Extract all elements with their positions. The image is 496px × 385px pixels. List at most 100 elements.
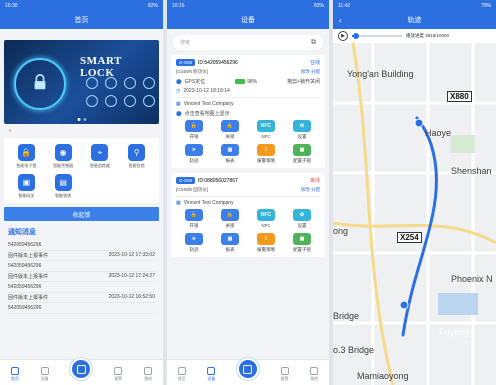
circle-icon (143, 95, 155, 107)
sublock-icon: ▣ (293, 144, 311, 156)
status-battery: 83% (313, 2, 324, 9)
feature-item[interactable]: ▣ 智能网关 (8, 174, 45, 199)
padlock-icon: ⚲ (128, 144, 146, 161)
notif-time: 2023-10-12 17:24:27 (108, 273, 155, 280)
feature-item[interactable]: ⚲ 智能挂锁 (118, 144, 155, 169)
notif-time: 2023-10-12 16:52:50 (108, 294, 155, 301)
device-icon (40, 367, 49, 375)
circle-icon (105, 95, 117, 107)
map-label: Mamiaoyong (357, 371, 409, 381)
feature-item[interactable]: 🔒 智能电子锁 (8, 144, 45, 169)
action-label: 配置子锁 (293, 247, 311, 252)
nfc-button[interactable]: NFC NFC (248, 120, 284, 140)
scan-icon (76, 364, 86, 374)
alarm-policy-button[interactable]: ! 报警策略 (248, 144, 284, 164)
map-label: Fuyong (439, 327, 470, 337)
track-button[interactable]: ➤ 轨迹 (176, 233, 212, 253)
action-label: 报警策略 (257, 158, 275, 163)
back-arrow-icon[interactable]: ‹ (339, 16, 342, 25)
play-button[interactable]: ▶ (338, 31, 348, 41)
config-sublock-button[interactable]: ▣ 配置子锁 (284, 233, 320, 253)
slider-knob[interactable] (353, 32, 359, 39)
alarm-policy-button[interactable]: ! 报警策略 (248, 233, 284, 253)
lock-button[interactable]: 🔒 关锁 (212, 120, 248, 140)
circle-icon (105, 77, 117, 89)
notif-id: 542059456296 (8, 262, 42, 269)
status-bar: 11:42 79% (333, 0, 496, 11)
search-input[interactable]: 搜索 ⧉ (173, 35, 323, 50)
list-item[interactable]: 542059456296 (8, 240, 155, 251)
tab-label: 首页 (10, 376, 19, 381)
edit-assign-links[interactable]: 修改 分配 (301, 187, 320, 193)
carousel-dot[interactable] (83, 118, 86, 121)
feature-item[interactable]: ◉ 智能传感器 (45, 144, 82, 169)
settings-button[interactable]: ⚙ 设置 (284, 120, 320, 140)
notif-event: 固件版本上报事件 (8, 294, 49, 301)
page-title-text: 设备 (241, 17, 255, 24)
map-view[interactable]: Yong'an Building X880 Haoye Shenshan ong… (333, 43, 496, 385)
list-item[interactable]: 固件版本上报事件 2023-10-12 17:33:02 (8, 251, 155, 261)
tab-mine[interactable]: 我的 (144, 367, 153, 382)
gateway-icon: ▣ (17, 174, 35, 191)
report-button[interactable]: ▤ 报表 (212, 144, 248, 164)
company-name: Vincent Test Company (183, 200, 234, 206)
list-item[interactable]: 固件版本上报事件 2023-10-12 16:52:50 (8, 293, 155, 303)
carousel-dot[interactable] (77, 118, 80, 121)
map-label: Yong'an Building (347, 69, 414, 79)
device-screen: 10:16 83% 设备 搜索 ⧉ G-S08 ID:542059456296 在… (167, 0, 329, 385)
tab-alarm[interactable]: 报警 (114, 367, 123, 382)
feature-item[interactable]: ▤ 智能锁袋 (45, 174, 82, 199)
edit-assign-links[interactable]: 修改 分配 (301, 69, 320, 75)
map-label: Phoenix N (451, 274, 493, 284)
tab-label: 我的 (144, 376, 153, 381)
lock-open-icon: 🔓 (185, 209, 203, 221)
scan-icon (243, 364, 253, 374)
unlock-button[interactable]: 🔓 开锁 (176, 120, 212, 140)
tab-alarm[interactable]: 报警 (280, 367, 289, 382)
home-screen: 10:30 82% 首页 SMART LOCK ◖ 🔒 智能电子锁 ◉ 智能传感… (0, 0, 163, 385)
collapse-lock-bar[interactable]: 收起锁 (4, 207, 159, 221)
lock-button[interactable]: 🔒 关锁 (212, 209, 248, 229)
home-icon (10, 367, 19, 375)
scan-button[interactable] (70, 358, 93, 380)
tab-home[interactable]: 首页 (10, 367, 19, 382)
report-button[interactable]: ▤ 报表 (212, 233, 248, 253)
playback-slider[interactable] (352, 32, 402, 39)
clock-icon: ◷ (176, 88, 181, 94)
action-label: 报表 (225, 247, 235, 252)
config-sublock-button[interactable]: ▣ 配置子锁 (284, 144, 320, 164)
bag-icon: ▤ (54, 174, 72, 191)
notice-row[interactable]: ◖ (0, 124, 163, 138)
map-label: o.3 Bridge (333, 345, 375, 355)
tab-label: 设备 (40, 376, 49, 381)
unlock-button[interactable]: 🔓 开锁 (176, 209, 212, 229)
device-card[interactable]: G-S08 ID:088056027867 离线 [GS08N 固功仪] 修改 分… (171, 173, 325, 257)
tab-home[interactable]: 首页 (177, 367, 186, 382)
alarm-icon: ! (257, 233, 275, 245)
feature-item[interactable]: ⌖ 智能追踪器 (82, 144, 119, 169)
list-item[interactable]: 固件版本上报事件 2023-10-12 17:24:27 (8, 272, 155, 282)
lock-state: 拖剪+锁开关闭 (287, 79, 320, 85)
notif-time: 2023-10-12 17:33:02 (108, 252, 155, 259)
notif-event: 固件版本上报事件 (8, 252, 49, 259)
scan-icon[interactable]: ⧉ (311, 39, 316, 47)
action-label: NFC (261, 223, 271, 228)
list-item[interactable]: 542059456296 (8, 261, 155, 272)
feature-label: 智能传感器 (53, 163, 74, 168)
tab-mine[interactable]: 我的 (310, 367, 319, 382)
track-button[interactable]: ➤ 轨迹 (176, 144, 212, 164)
list-item[interactable]: 542059456296 (8, 303, 155, 314)
list-item[interactable]: 542059456296 (8, 282, 155, 293)
action-label: NFC (261, 134, 271, 139)
scan-button[interactable] (236, 358, 259, 380)
device-card[interactable]: G-S08 ID:542059456296 在线 [GS08N 耐功仪] 修改 分… (171, 55, 325, 168)
smart-lock-banner[interactable]: SMART LOCK (4, 40, 159, 124)
map-label: Haoye (425, 128, 452, 138)
nfc-button[interactable]: NFC NFC (248, 209, 284, 229)
map-hint[interactable]: 点击查看地图上显示 (185, 110, 230, 117)
settings-button[interactable]: ⚙ 设置 (284, 209, 320, 229)
status-time: 10:16 (172, 2, 185, 9)
status-battery: 82% (147, 2, 158, 9)
tab-device[interactable]: 设备 (207, 367, 216, 382)
tab-device[interactable]: 设备 (40, 367, 49, 382)
